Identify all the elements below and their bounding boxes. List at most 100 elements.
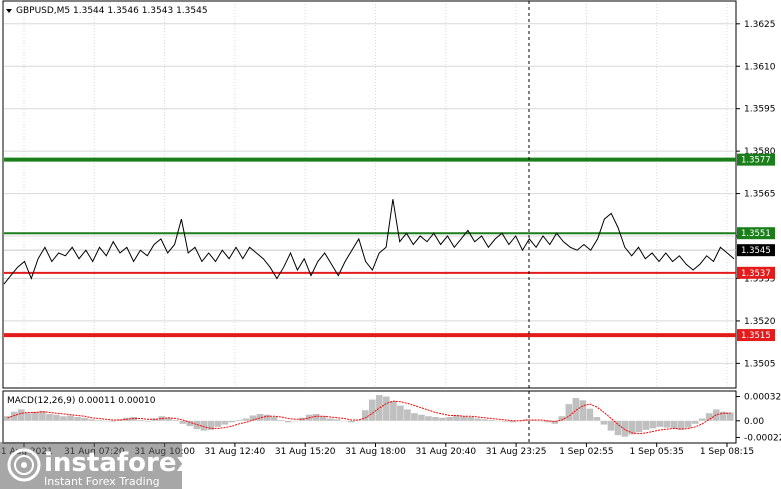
tagline-text: Instant Forex Trading [44, 475, 160, 488]
macd-histogram-bar [635, 420, 643, 433]
time-tick-label: 31 Aug 15:20 [275, 447, 336, 457]
macd-histogram-bar [4, 416, 11, 421]
price-tags: 1.3577 1.3551 1.3537 1.3515 1.3545 [737, 153, 775, 342]
macd-histogram-bar [453, 415, 460, 421]
macd-histogram-bar [432, 417, 439, 421]
price-tick-label: 1.3595 [744, 105, 776, 115]
macd-histogram-bar [88, 419, 95, 421]
macd-histogram-bar [369, 399, 376, 421]
macd-histogram-bar [46, 413, 53, 421]
level-tag-label: 1.3577 [741, 156, 771, 166]
macd-histogram-bar [270, 417, 278, 421]
instaforex-watermark: instaforex Instant Forex Trading [0, 442, 194, 489]
time-tick-label: 31 Aug 12:40 [205, 447, 266, 457]
chart-canvas[interactable]: 1.36251.36101.35951.35801.35651.35501.35… [0, 0, 781, 489]
macd-histogram-bar [537, 420, 545, 422]
macd-histogram-bar [319, 416, 327, 421]
macd-histogram-bar [642, 420, 650, 430]
macd-histogram-bar [25, 413, 32, 421]
macd-histogram-bar [383, 396, 390, 421]
macd-histogram-bar [137, 420, 144, 421]
macd-histogram-bar [621, 420, 629, 437]
macd-tick-label: 0.00032 [744, 393, 781, 403]
macd-histogram-bar [95, 420, 102, 421]
macd-histogram-bar [411, 413, 418, 421]
macd-histogram-bar [67, 415, 74, 421]
macd-histogram-bar [418, 414, 425, 421]
macd-histogram-bar [572, 398, 580, 421]
time-tick-label: 31 Aug 20:40 [415, 447, 476, 457]
macd-histogram-bar [179, 420, 187, 424]
macd-histogram-bar [467, 417, 474, 421]
price-tick-label: 1.3565 [744, 190, 776, 200]
macd-histogram-bar [607, 420, 615, 431]
macd-histogram-bar [18, 409, 25, 421]
macd-histogram-bar [60, 416, 67, 421]
macd-tick-label: 0.00 [744, 417, 764, 427]
macd-histogram-bar [502, 420, 509, 422]
macd-histogram-bar [172, 420, 180, 421]
macd-histogram-bar [277, 420, 285, 421]
macd-histogram-bar [684, 420, 692, 428]
macd-histogram-bar [488, 420, 495, 421]
macd-histogram-bar [600, 420, 608, 425]
price-tick-label: 1.3505 [744, 359, 776, 369]
macd-histogram-bar [390, 401, 397, 421]
macd-histogram-bar [242, 418, 250, 421]
macd-histogram-bar [228, 420, 236, 423]
macd-histogram-bar [446, 417, 453, 421]
macd-histogram-bar [144, 420, 152, 422]
macd-histogram-bar [474, 418, 481, 421]
macd-tick-label: -0.00022 [744, 433, 781, 443]
time-tick-label: 31 Aug 23:25 [486, 447, 547, 457]
macd-histogram-bar [214, 420, 222, 427]
macd-histogram-bar [705, 413, 713, 421]
macd-histogram-bar [347, 420, 355, 423]
macd-histogram-bar [361, 410, 369, 421]
trading-chart-window[interactable]: 1.36251.36101.35951.35801.35651.35501.35… [0, 0, 781, 489]
macd-histogram-bar [109, 420, 116, 422]
level-tag-label: 1.3515 [741, 331, 771, 341]
macd-histogram-bar [670, 420, 678, 429]
macd-histogram-bar [333, 419, 341, 421]
macd-histogram-bar [340, 420, 348, 422]
price-pane-frame [2, 0, 737, 389]
macd-histogram-bar [404, 409, 411, 421]
macd-axis: 0.00032 0.00 -0.00022 [736, 393, 781, 443]
macd-histogram-bar [698, 418, 706, 421]
macd-histogram-bar [221, 420, 229, 425]
macd-histogram-bar [326, 418, 334, 421]
macd-histogram-bar [439, 417, 446, 421]
macd-histogram-bar [397, 405, 404, 421]
level-tag-label: 1.3537 [741, 269, 771, 279]
macd-histogram-bar [649, 420, 657, 429]
price-tick-label: 1.3625 [744, 20, 776, 30]
macd-histogram-bar [102, 420, 109, 422]
macd-histogram-bar [495, 420, 502, 422]
macd-histogram-bar [726, 412, 734, 421]
time-tick-label: 1 Sep 02:55 [559, 447, 613, 457]
price-tick-label: 1.3520 [744, 317, 776, 327]
macd-histogram-bar [354, 420, 362, 421]
macd-histogram-bar [425, 416, 432, 421]
time-tick-label: 1 Sep 05:35 [630, 447, 684, 457]
macd-histogram-bar [460, 416, 467, 421]
macd-histogram-bar [586, 408, 594, 421]
macd-histogram-bar [312, 413, 320, 421]
current-price-label: 1.3545 [741, 246, 771, 256]
macd-histogram-bar [291, 420, 299, 422]
macd-histogram-bar [481, 419, 488, 421]
macd-histogram-bar [81, 417, 88, 421]
price-axis: 1.36251.36101.35951.35801.35651.35501.35… [736, 20, 776, 369]
time-tick-label: 31 Aug 18:00 [345, 447, 406, 457]
level-tag-label: 1.3551 [741, 229, 771, 239]
macd-histogram-bar [263, 414, 271, 421]
symbol-header: GBPUSD,M5 1.3544 1.3546 1.3543 1.3545 [16, 6, 208, 16]
macd-histogram-bar [193, 420, 201, 430]
brand-text: instaforex [44, 448, 194, 478]
macd-histogram-bar [74, 417, 81, 421]
macd-histogram-bar [565, 404, 573, 421]
macd-histogram-bar [376, 395, 383, 421]
macd-histogram-bar [614, 420, 622, 436]
macd-header: MACD(12,26,9) 0.00011 0.00010 [7, 396, 156, 406]
